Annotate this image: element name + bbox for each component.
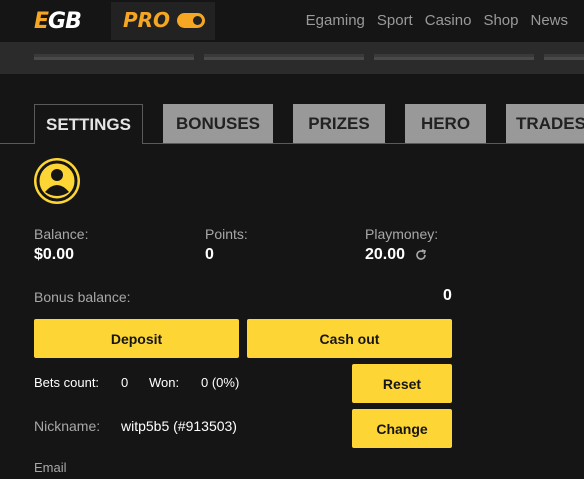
balance-value: $0.00 [34, 246, 75, 263]
logo-gb: GB [48, 9, 82, 34]
change-nickname-button[interactable]: Change [352, 409, 452, 448]
nav-shop[interactable]: Shop [483, 12, 518, 29]
tab-prizes[interactable]: PRIZES [293, 104, 385, 143]
egb-logo[interactable]: EGB [34, 9, 82, 34]
pro-label: PRO [123, 8, 171, 32]
deposit-button[interactable]: Deposit [34, 319, 239, 358]
tab-settings[interactable]: SETTINGS [34, 104, 143, 144]
banner-card[interactable] [204, 54, 364, 60]
refresh-icon[interactable] [414, 248, 428, 262]
pro-mode-switch[interactable]: PRO [111, 2, 215, 40]
tab-bonuses[interactable]: BONUSES [163, 104, 273, 143]
reset-button[interactable]: Reset [352, 364, 452, 403]
playmoney-value: 20.00 [365, 246, 406, 263]
nickname-label: Nickname: [34, 418, 101, 434]
profile-tabs: SETTINGS BONUSES PRIZES HERO TRADES [0, 104, 584, 144]
nav-egaming[interactable]: Egaming [306, 12, 365, 29]
bets-count-label: Bets count: [34, 375, 100, 390]
bonus-balance-label: Bonus balance: [34, 289, 131, 305]
avatar-icon[interactable] [34, 158, 80, 204]
nav-sport[interactable]: Sport [377, 12, 413, 29]
banner-strip [0, 42, 584, 74]
nav-casino[interactable]: Casino [425, 12, 472, 29]
banner-card[interactable] [34, 54, 194, 60]
playmoney-label: Playmoney: [365, 226, 439, 242]
logo-e: E [34, 9, 49, 34]
top-header: EGB PRO Egaming Sport Casino Shop News [0, 0, 584, 42]
email-label: Email [34, 460, 67, 475]
points-label: Points: [205, 226, 248, 242]
tab-trades[interactable]: TRADES [506, 104, 584, 143]
bonus-balance-value: 0 [443, 287, 452, 304]
balance-label: Balance: [34, 226, 89, 242]
nickname-value: witp5b5 (#913503) [121, 418, 237, 434]
banner-card[interactable] [544, 54, 584, 60]
points-value: 0 [205, 246, 214, 263]
banner-card[interactable] [374, 54, 534, 60]
tab-hero[interactable]: HERO [405, 104, 486, 143]
bets-count-value: 0 [121, 375, 129, 390]
cash-out-button[interactable]: Cash out [247, 319, 452, 358]
main-nav: Egaming Sport Casino Shop News [306, 12, 568, 29]
won-label: Won: [149, 375, 180, 390]
toggle-icon[interactable] [177, 13, 205, 28]
won-value: 0 (0%) [201, 375, 240, 390]
nav-news[interactable]: News [530, 12, 568, 29]
